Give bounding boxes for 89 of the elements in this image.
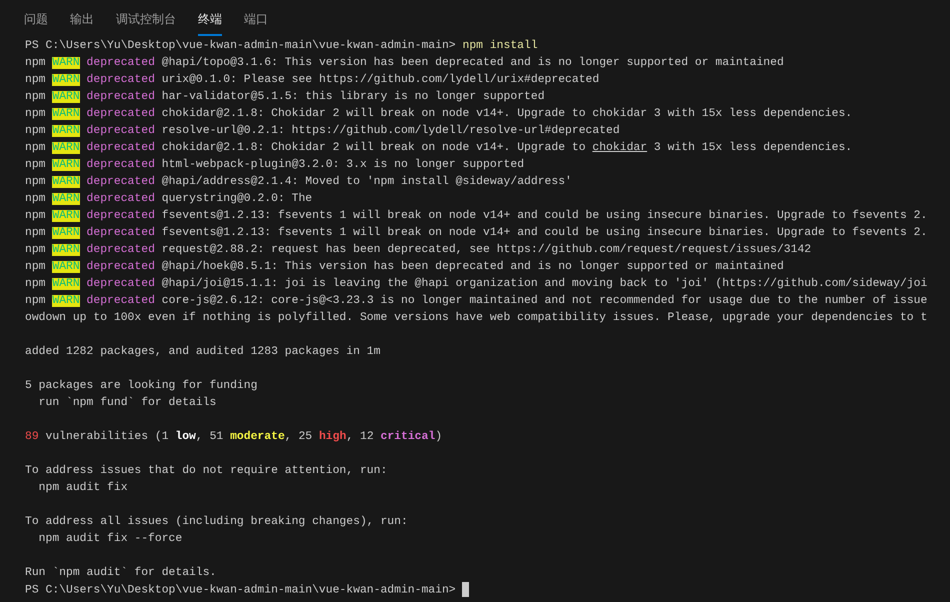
deprecated-label: deprecated (86, 57, 155, 69)
npm-prefix: npm (25, 91, 46, 103)
warning-message: chokidar@2.1.8: Chokidar 2 will break on node v14+. Upgrade to chokidar 3 with 15x less dependencies. (162, 108, 852, 120)
warning-message: @hapi/address@2.1.4: Moved to 'npm install @sideway/address' (162, 176, 572, 188)
npm-prefix: npm (25, 125, 46, 137)
warning-message: fsevents@1.2.13: fsevents 1 will break on node v14+ and could be using insecure binaries. Upgrade to fsevents 2. (162, 210, 928, 222)
warning-message: request@2.88.2: request has been deprecated, see https://github.com/request/request/issues/3142 (162, 244, 812, 256)
warn-label: WARN (52, 108, 80, 120)
warning-message: @hapi/joi@15.1.1: joi is leaving the @hapi organization and moving back to 'joi' (https://github.com/sideway/joi (162, 278, 928, 290)
deprecated-label: deprecated (86, 261, 155, 273)
deprecated-label: deprecated (86, 125, 155, 137)
warn-label: WARN (52, 91, 80, 103)
warn-label: WARN (52, 74, 80, 86)
deprecated-label: deprecated (86, 227, 155, 239)
output-line: To address issues that do not require attention, run: (25, 464, 388, 479)
output-line: added 1282 packages, and audited 1283 packages in 1m (25, 344, 380, 360)
warn-label: WARN (52, 278, 80, 290)
npm-prefix: npm (25, 74, 46, 86)
warn-label: WARN (52, 210, 80, 222)
warn-label: WARN (52, 125, 80, 137)
warning-message: querystring@0.2.0: The (162, 193, 312, 205)
warning-message: resolve-url@0.2.1: https://github.com/lydell/resolve-url#deprecated (162, 125, 620, 137)
warning-message: chokidar@2.1.8: Chokidar 2 will break on node v14+. Upgrade to (162, 142, 587, 154)
warn-label: WARN (52, 176, 80, 188)
warn-label: WARN (52, 295, 80, 307)
warn-label: WARN (52, 193, 80, 205)
link[interactable]: chokidar (592, 142, 648, 154)
prompt-path: PS C:\Users\Yu\Desktop\vue-kwan-admin-main\vue-kwan-admin-main> (25, 40, 456, 52)
deprecated-label: deprecated (86, 193, 155, 205)
warn-label: WARN (52, 261, 80, 273)
npm-prefix: npm (25, 159, 46, 171)
npm-prefix: npm (25, 57, 46, 69)
npm-prefix: npm (25, 227, 46, 239)
warn-label: WARN (52, 142, 80, 154)
deprecated-label: deprecated (86, 244, 155, 256)
output-text: vulnerabilities (1 (44, 431, 170, 443)
warn-label: WARN (52, 159, 80, 171)
output-line: npm audit fix (38, 480, 128, 496)
warn-label: WARN (52, 244, 80, 256)
deprecated-label: deprecated (86, 142, 155, 154)
command-text: npm install (462, 40, 538, 52)
deprecated-label: deprecated (86, 295, 155, 307)
output-line: 5 packages are looking for funding (25, 378, 258, 394)
deprecated-label: deprecated (86, 159, 155, 171)
warning-message: @hapi/topo@3.1.6: This version has been deprecated and is no longer supported or maintained (162, 57, 784, 69)
output-text: low (175, 431, 196, 443)
deprecated-label: deprecated (86, 210, 155, 222)
panel-tab[interactable]: 问题 (24, 0, 48, 36)
output-text: , 51 (196, 431, 224, 443)
npm-prefix: npm (25, 108, 46, 120)
warning-message: html-webpack-plugin@3.2.0: 3.x is no longer supported (162, 159, 524, 171)
output-line: run `npm fund` for details (38, 396, 216, 411)
npm-prefix: npm (25, 295, 46, 307)
warning-message: 3 with 15x less dependencies. (652, 142, 852, 154)
deprecated-label: deprecated (86, 278, 155, 290)
output-text: critical (380, 431, 436, 443)
deprecated-label: deprecated (86, 91, 155, 103)
output-line: npm audit fix --force (38, 532, 182, 547)
warn-label: WARN (52, 227, 80, 239)
output-line: owdown up to 100x even if nothing is polyfilled. Some versions have web compatibility issues. Please, upgrade your dependencies to t (25, 310, 928, 326)
output-text: high (318, 431, 346, 443)
prompt-path: PS C:\Users\Yu\Desktop\vue-kwan-admin-main\vue-kwan-admin-main> (25, 584, 456, 597)
output-text: , 12 (346, 431, 375, 443)
deprecated-label: deprecated (86, 74, 155, 86)
npm-prefix: npm (25, 193, 46, 205)
deprecated-label: deprecated (86, 176, 155, 188)
npm-prefix: npm (25, 244, 46, 256)
panel-tab[interactable]: 调试控制台 (116, 0, 176, 36)
deprecated-label: deprecated (86, 108, 155, 120)
output-text: 89 (25, 431, 39, 443)
output-text: moderate (230, 431, 285, 443)
panel-tab[interactable]: 输出 (70, 0, 94, 36)
output-line: Run `npm audit` for details. (25, 566, 216, 581)
output-text: ) (435, 431, 442, 443)
panel-tab[interactable]: 端口 (244, 0, 268, 36)
npm-prefix: npm (25, 210, 46, 222)
warning-message: urix@0.1.0: Please see https://github.com/lydell/urix#deprecated (162, 74, 600, 86)
warning-message: fsevents@1.2.13: fsevents 1 will break on node v14+ and could be using insecure binaries. Upgrade to fsevents 2. (162, 227, 928, 239)
output-line: To address all issues (including breaking changes), run: (25, 514, 408, 530)
npm-prefix: npm (25, 261, 46, 273)
warning-message: core-js@2.6.12: core-js@<3.23.3 is no longer maintained and not recommended for usage due to the number of issue (162, 295, 928, 307)
warning-message: @hapi/hoek@8.5.1: This version has been deprecated and is no longer supported or maintained (162, 261, 784, 273)
panel-tab[interactable]: 终端 (198, 0, 222, 36)
warning-message: har-validator@5.1.5: this library is no longer supported (162, 91, 545, 103)
npm-prefix: npm (25, 278, 46, 290)
npm-prefix: npm (25, 176, 46, 188)
npm-prefix: npm (25, 142, 46, 154)
warn-label: WARN (52, 57, 80, 69)
output-text: , 25 (284, 431, 314, 443)
